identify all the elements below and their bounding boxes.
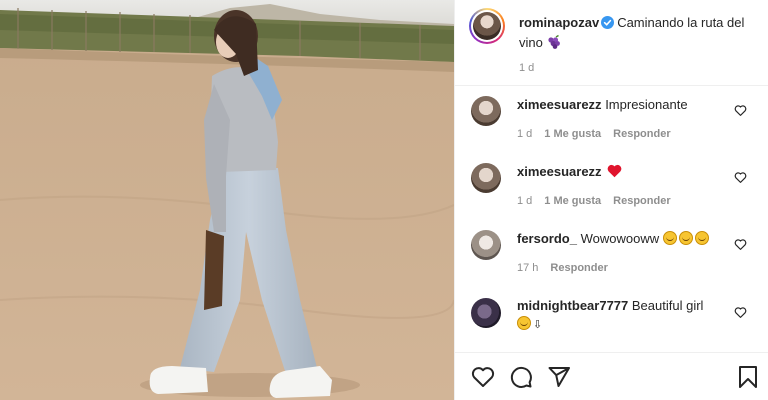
reply-button[interactable]: Responder: [613, 195, 670, 207]
share-icon[interactable]: [547, 365, 571, 392]
grapes-icon: [546, 34, 562, 55]
post-time[interactable]: 1 d: [519, 62, 534, 74]
comment-text: Wowowooww: [580, 231, 660, 246]
comment-meta: 17 h Responder: [517, 262, 620, 274]
like-comment-heart-icon[interactable]: [734, 104, 747, 120]
post-photo[interactable]: [0, 0, 454, 400]
comment-time[interactable]: 1 d: [517, 195, 532, 207]
comment-body: ximeesuarezz: [517, 163, 727, 183]
commenter-avatar[interactable]: [471, 298, 501, 328]
instagram-post: rominapozav Caminando la ruta del vino 1 …: [0, 0, 768, 400]
smiling-face-emoji-icon: [662, 231, 677, 245]
bookmark-icon[interactable]: [737, 365, 759, 392]
comment-time[interactable]: 17 h: [517, 262, 538, 274]
comment-likes[interactable]: 1 Me gusta: [544, 128, 601, 140]
comment-likes[interactable]: 1 Me gusta: [544, 195, 601, 207]
like-comment-heart-icon[interactable]: [734, 238, 747, 254]
comment-body: ximeesuarezz Impresionante: [517, 96, 727, 114]
heart-icon[interactable]: [471, 365, 495, 392]
comment-text: Beautiful girl: [631, 298, 704, 313]
post-caption: rominapozav Caminando la ruta del vino: [519, 14, 755, 55]
like-comment-heart-icon[interactable]: [734, 306, 747, 322]
author-avatar[interactable]: [469, 8, 505, 44]
photo-illustration: [0, 0, 454, 400]
comment-text: Impresionante: [605, 97, 688, 112]
commenter-username[interactable]: ximeesuarezz: [517, 97, 602, 112]
like-comment-heart-icon[interactable]: [734, 171, 747, 187]
comment-meta: 1 d 1 Me gusta Responder: [517, 128, 683, 140]
post-side-panel: rominapozav Caminando la ruta del vino 1 …: [454, 0, 768, 400]
commenter-username[interactable]: fersordo_: [517, 231, 577, 246]
comments-list[interactable]: ximeesuarezz Impresionante 1 d 1 Me gusta…: [455, 86, 768, 352]
comment-time[interactable]: 1 d: [517, 128, 532, 140]
commenter-avatar[interactable]: [471, 163, 501, 193]
smiling-face-emoji-icon: [517, 316, 531, 330]
smiling-face-emoji-icon: [694, 231, 709, 245]
reply-button[interactable]: Responder: [550, 262, 607, 274]
verified-badge-icon: [601, 16, 615, 34]
red-heart-emoji-icon: [607, 164, 622, 183]
comment-icon[interactable]: [509, 365, 533, 392]
smiling-face-emoji-icon: [678, 231, 693, 245]
commenter-username[interactable]: ximeesuarezz: [517, 164, 602, 179]
post-header: rominapozav Caminando la ruta del vino 1 …: [455, 0, 768, 86]
post-actions-bar: [455, 352, 768, 400]
author-username[interactable]: rominapozav: [519, 15, 599, 30]
commenter-avatar[interactable]: [471, 230, 501, 260]
commenter-username[interactable]: midnightbear7777: [517, 298, 628, 313]
comment-body: midnightbear7777 Beautiful girl ⇩: [517, 297, 727, 334]
comment-body: fersordo_ Wowowooww: [517, 230, 727, 248]
comment-meta: 1 d 1 Me gusta Responder: [517, 195, 683, 207]
reply-button[interactable]: Responder: [613, 128, 670, 140]
commenter-avatar[interactable]: [471, 96, 501, 126]
down-arrow-icon: ⇩: [533, 319, 543, 331]
